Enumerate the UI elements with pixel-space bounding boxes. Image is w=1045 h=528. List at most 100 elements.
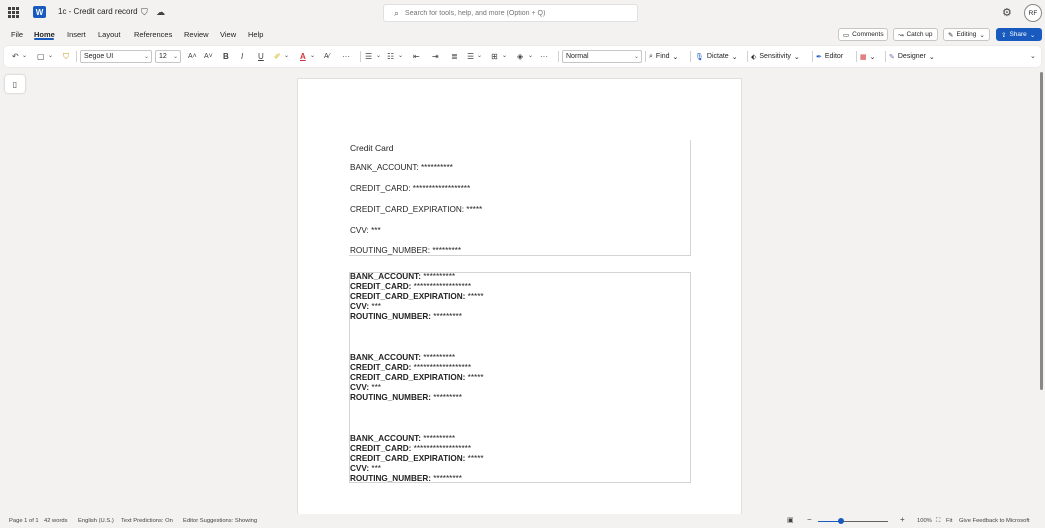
- designer-button[interactable]: ✎ Designer ⌄: [889, 50, 935, 63]
- table-1-row[interactable]: BANK_ACCOUNT: **********: [350, 163, 453, 173]
- language-status[interactable]: English (U.S.): [78, 518, 114, 524]
- comments-button[interactable]: ▭ Comments: [838, 28, 888, 41]
- chevron-down-icon[interactable]: ⌄: [48, 50, 53, 63]
- chevron-down-icon: ⌄: [869, 53, 876, 61]
- search-box[interactable]: ⌕: [383, 4, 638, 22]
- bold-icon[interactable]: B: [223, 50, 229, 63]
- navigation-pane-icon[interactable]: ▯: [5, 75, 25, 93]
- table-2-row[interactable]: BANK_ACCOUNT: **********: [350, 272, 455, 282]
- chevron-down-icon[interactable]: ⌄: [22, 50, 27, 63]
- table-2-row[interactable]: ROUTING_NUMBER: *********: [350, 474, 462, 484]
- shield-icon[interactable]: ⛉: [141, 7, 148, 18]
- document-title[interactable]: 1c - Credit card record: [58, 7, 138, 16]
- more-font-options-icon[interactable]: ···: [342, 50, 350, 63]
- chevron-down-icon[interactable]: ⌄: [310, 50, 315, 63]
- chevron-down-icon: ⌄: [672, 53, 679, 61]
- menu-help[interactable]: Help: [248, 30, 263, 39]
- menu-review[interactable]: Review: [184, 30, 209, 39]
- editor-suggestions-status[interactable]: Editor Suggestions: Showing: [183, 518, 257, 524]
- menu-references[interactable]: References: [134, 30, 172, 39]
- sensitivity-button[interactable]: ⬖ Sensitivity ⌄: [751, 50, 800, 63]
- table-2-row[interactable]: ROUTING_NUMBER: *********: [350, 393, 462, 403]
- clear-formatting-icon[interactable]: A⁄: [324, 50, 330, 63]
- table-1-row[interactable]: CREDIT_CARD: ******************: [350, 184, 470, 194]
- numbering-icon[interactable]: ☷: [387, 50, 394, 63]
- font-color-icon[interactable]: A: [300, 50, 306, 63]
- chevron-down-icon[interactable]: ⌄: [528, 50, 533, 63]
- share-button[interactable]: ⇪ Share ⌄: [996, 28, 1042, 41]
- editing-mode-button[interactable]: ✎ Editing ⌄: [943, 28, 990, 41]
- view-mode-icon[interactable]: ▣: [787, 516, 794, 524]
- table-2-row[interactable]: CREDIT_CARD_EXPIRATION: *****: [350, 454, 484, 464]
- style-select[interactable]: Normal ⌄: [562, 50, 642, 63]
- feedback-link[interactable]: Give Feedback to Microsoft: [959, 518, 1030, 524]
- zoom-level[interactable]: 100%: [917, 518, 932, 524]
- more-paragraph-options-icon[interactable]: ···: [540, 50, 548, 63]
- zoom-out-icon[interactable]: −: [807, 515, 812, 524]
- paste-icon[interactable]: ▢: [37, 50, 45, 63]
- chevron-down-icon[interactable]: ⌄: [398, 50, 403, 63]
- paragraph-spacing-icon[interactable]: ≣: [451, 50, 458, 63]
- document-page[interactable]: Credit Card BANK_ACCOUNT: ********** CRE…: [297, 78, 742, 528]
- gear-icon[interactable]: ⚙: [1002, 6, 1012, 19]
- scrollbar-thumb[interactable]: [1040, 72, 1043, 390]
- table-1-row[interactable]: ROUTING_NUMBER: *********: [350, 246, 461, 256]
- fit-button[interactable]: Fit: [946, 518, 952, 524]
- decrease-indent-icon[interactable]: ⇤: [413, 50, 420, 63]
- format-painter-icon[interactable]: ⛉: [63, 50, 69, 63]
- chevron-down-icon[interactable]: ⌄: [284, 50, 289, 63]
- fit-icon[interactable]: ⛶: [936, 518, 940, 525]
- cloud-saved-icon[interactable]: ☁: [156, 7, 165, 18]
- highlight-icon[interactable]: ✐: [274, 50, 281, 63]
- word-count[interactable]: 42 words: [44, 518, 68, 524]
- styles-gallery-button[interactable]: ▦ ⌄: [860, 50, 876, 63]
- table-1-row[interactable]: CVV: ***: [350, 226, 381, 236]
- italic-icon[interactable]: I: [241, 50, 243, 63]
- avatar[interactable]: RF: [1024, 4, 1042, 22]
- find-button[interactable]: ⌕ Find ⌄: [649, 50, 678, 63]
- menu-file[interactable]: File: [11, 30, 23, 39]
- dictate-button[interactable]: 🎙︎ Dictate ⌄: [695, 50, 738, 63]
- zoom-in-icon[interactable]: +: [900, 515, 905, 524]
- undo-icon[interactable]: ↶: [12, 50, 19, 63]
- chevron-down-icon[interactable]: ⌄: [502, 50, 507, 63]
- shading-icon[interactable]: ◈: [517, 50, 523, 63]
- align-icon[interactable]: ☰: [467, 50, 474, 63]
- chevron-down-icon[interactable]: ⌄: [477, 50, 482, 63]
- table-1-row[interactable]: CREDIT_CARD_EXPIRATION: *****: [350, 205, 482, 215]
- grow-font-icon[interactable]: A˄: [188, 50, 197, 63]
- shrink-font-icon[interactable]: A˅: [204, 50, 213, 63]
- increase-indent-icon[interactable]: ⇥: [432, 50, 439, 63]
- menu-layout[interactable]: Layout: [98, 30, 121, 39]
- bullets-icon[interactable]: ☰: [365, 50, 372, 63]
- table-2-row[interactable]: CVV: ***: [350, 464, 381, 474]
- table-2-row[interactable]: CREDIT_CARD: ******************: [350, 363, 471, 373]
- table-2-row[interactable]: ROUTING_NUMBER: *********: [350, 312, 462, 322]
- font-size-select[interactable]: 12 ⌄: [155, 50, 181, 63]
- table-2-row[interactable]: CREDIT_CARD: ******************: [350, 444, 471, 454]
- table-2-row[interactable]: CREDIT_CARD_EXPIRATION: *****: [350, 373, 484, 383]
- app-launcher-icon[interactable]: [8, 7, 19, 18]
- collapse-ribbon-icon[interactable]: ⌄: [1030, 50, 1036, 63]
- table-1[interactable]: [349, 140, 691, 256]
- page-count[interactable]: Page 1 of 1: [9, 518, 39, 524]
- text-predictions-status[interactable]: Text Predictions: On: [121, 518, 173, 524]
- table-2-row[interactable]: BANK_ACCOUNT: **********: [350, 353, 455, 363]
- separator: [856, 51, 857, 62]
- zoom-slider-thumb[interactable]: [838, 518, 844, 524]
- catch-up-button[interactable]: ↝ Catch up: [893, 28, 938, 41]
- editor-button[interactable]: ✒ Editor: [816, 50, 843, 63]
- table-2-row[interactable]: CREDIT_CARD_EXPIRATION: *****: [350, 292, 484, 302]
- font-name-select[interactable]: Segoe UI ⌄: [80, 50, 152, 63]
- table-2-row[interactable]: CREDIT_CARD: ******************: [350, 282, 471, 292]
- table-2-row[interactable]: BANK_ACCOUNT: **********: [350, 434, 455, 444]
- search-input[interactable]: [405, 9, 606, 17]
- separator: [558, 51, 559, 62]
- underline-icon[interactable]: U: [258, 50, 264, 63]
- menu-view[interactable]: View: [220, 30, 236, 39]
- menu-insert[interactable]: Insert: [67, 30, 86, 39]
- table-2-row[interactable]: CVV: ***: [350, 302, 381, 312]
- chevron-down-icon[interactable]: ⌄: [376, 50, 381, 63]
- table-2-row[interactable]: CVV: ***: [350, 383, 381, 393]
- borders-icon[interactable]: ⊞: [491, 50, 498, 63]
